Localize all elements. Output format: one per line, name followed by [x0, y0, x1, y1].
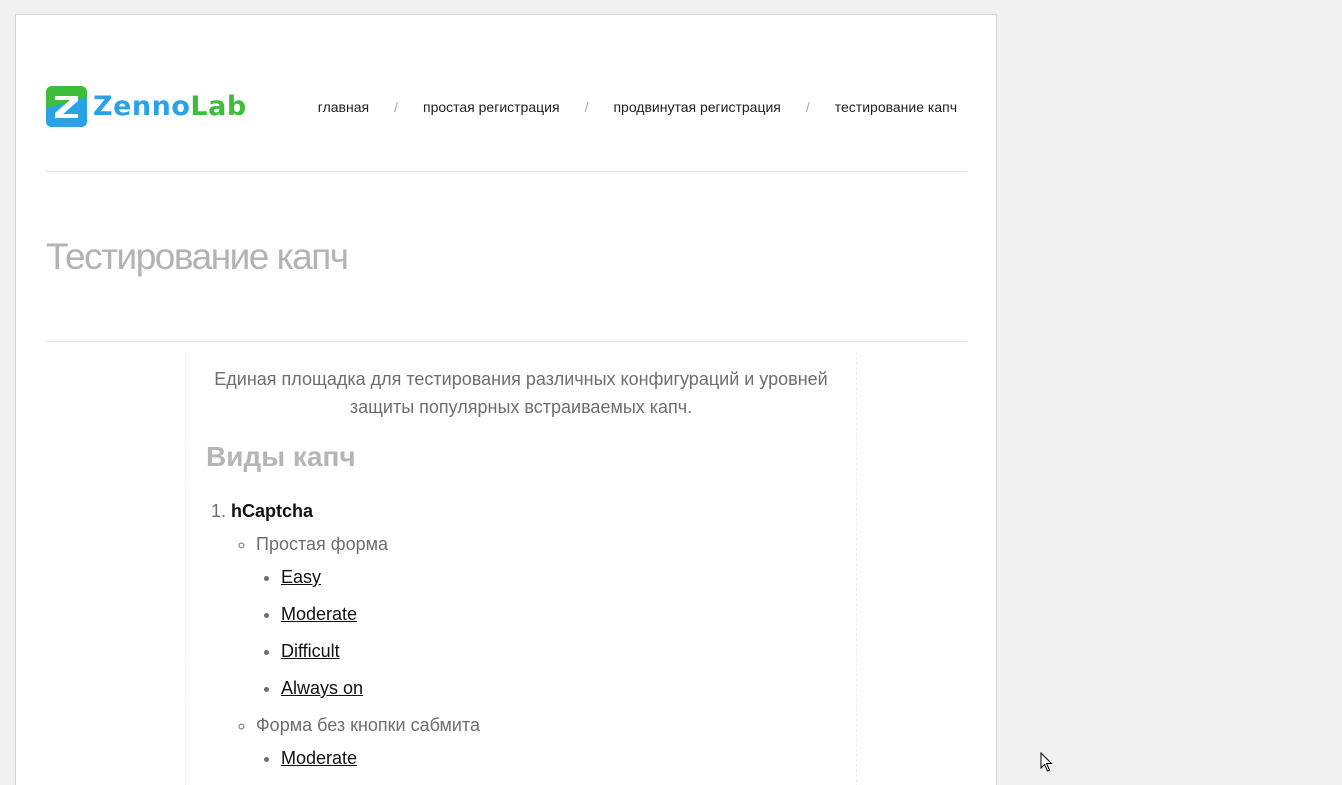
site-header: ZennoLab главная / простая регистрация /…: [46, 15, 967, 172]
captcha-list: hCaptcha Простая форма Easy Moderate Dif…: [186, 501, 856, 769]
captcha-item: hCaptcha Простая форма Easy Moderate Dif…: [231, 501, 856, 769]
captcha-name: hCaptcha: [231, 501, 314, 521]
level-item: Always on: [281, 678, 856, 699]
nav-separator: /: [805, 99, 810, 115]
nav-separator: /: [394, 99, 398, 115]
level-list: Moderate: [256, 748, 856, 769]
section-title: Виды капч: [206, 441, 356, 472]
level-list: Easy Moderate Difficult Always on: [256, 567, 856, 699]
nav-item-captcha-testing[interactable]: тестирование капч: [835, 99, 957, 115]
level-link-always-on[interactable]: Always on: [281, 678, 363, 698]
level-link-difficult[interactable]: Difficult: [281, 641, 340, 661]
logo-text-zenno: Zenno: [93, 90, 191, 122]
mouse-cursor-icon: [1040, 752, 1053, 772]
level-item: Moderate: [281, 748, 856, 769]
logo-text: ZennoLab: [93, 93, 247, 120]
title-band: Тестирование капч: [46, 172, 967, 342]
page-container: ZennoLab главная / простая регистрация /…: [15, 14, 997, 785]
page-title: Тестирование капч: [46, 236, 349, 277]
nav-item-home[interactable]: главная: [318, 99, 369, 115]
form-item: Простая форма Easy Moderate Difficult Al…: [256, 534, 856, 699]
site-logo[interactable]: ZennoLab: [46, 85, 247, 127]
level-link-moderate[interactable]: Moderate: [281, 748, 357, 768]
nav-separator: /: [584, 99, 589, 115]
form-item: Форма без кнопки сабмита Moderate: [256, 715, 856, 769]
form-label: Форма без кнопки сабмита: [256, 715, 480, 735]
level-link-easy[interactable]: Easy: [281, 567, 321, 587]
level-item: Easy: [281, 567, 856, 588]
form-label: Простая форма: [256, 534, 388, 554]
form-list: Простая форма Easy Moderate Difficult Al…: [231, 534, 856, 769]
level-link-moderate[interactable]: Moderate: [281, 604, 357, 624]
logo-text-lab: Lab: [190, 90, 247, 122]
intro-text: Единая площадка для тестирования различн…: [214, 369, 828, 417]
main-content: Единая площадка для тестирования различн…: [185, 352, 857, 785]
nav-item-simple-registration[interactable]: простая регистрация: [423, 99, 560, 115]
level-item: Moderate: [281, 604, 856, 625]
nav-item-advanced-registration[interactable]: продвинутая регистрация: [613, 99, 780, 115]
main-nav: главная / простая регистрация / продвину…: [318, 99, 957, 115]
level-item: Difficult: [281, 641, 856, 662]
zennolab-logo-icon: [46, 85, 87, 127]
